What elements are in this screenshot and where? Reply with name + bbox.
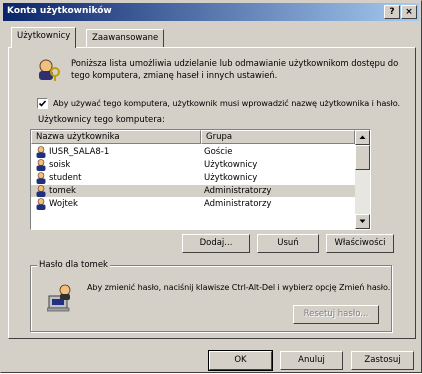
scroll-down-button[interactable] — [355, 214, 370, 229]
computer-user-icon — [47, 284, 71, 312]
arrow-up-icon — [359, 135, 366, 139]
intro-line-1: Poniższa lista umożliwia udzielanie lub … — [71, 58, 399, 68]
list-item-selected[interactable]: tomek Administratorzy — [31, 185, 355, 197]
user-list[interactable]: Nazwa użytkownika Grupa IUSR_SALA8-1 Goś… — [30, 129, 371, 230]
vertical-scrollbar[interactable] — [355, 130, 370, 229]
list-item[interactable]: Wojtek Administratorzy — [31, 198, 355, 210]
password-group-title: Hasło dla tomek — [37, 260, 110, 270]
user-name: IUSR_SALA8-1 — [49, 147, 110, 157]
properties-button[interactable]: Właściwości — [326, 234, 394, 253]
user-group: Użytkownicy — [204, 160, 258, 170]
remove-user-button[interactable]: Usuń — [257, 234, 319, 253]
password-help-text: Aby zmienić hasło, naciśnij klawisze Ctr… — [87, 282, 391, 292]
user-accounts-dialog: Konta użytkowników ? × Użytkownicy Zaawa… — [0, 0, 422, 373]
list-item[interactable]: student Użytkownicy — [31, 172, 355, 184]
list-item[interactable]: soisk Użytkownicy — [31, 159, 355, 171]
user-icon — [36, 198, 46, 210]
scroll-thumb[interactable] — [355, 145, 370, 170]
require-login-checkbox[interactable] — [37, 98, 48, 109]
user-name: soisk — [49, 160, 71, 170]
user-icon — [36, 159, 46, 171]
checkmark-icon — [38, 100, 47, 107]
column-header-name[interactable]: Nazwa użytkownika — [31, 130, 201, 144]
cancel-button[interactable]: Anuluj — [280, 351, 343, 370]
user-name: tomek — [49, 186, 76, 196]
user-name: student — [49, 173, 82, 183]
users-keys-icon — [39, 59, 60, 81]
arrow-down-icon — [359, 219, 366, 223]
user-group: Administratorzy — [204, 186, 272, 196]
user-group: Goście — [204, 147, 233, 157]
add-user-button[interactable]: Dodaj... — [182, 234, 250, 253]
user-icon — [36, 172, 46, 184]
intro-line-2: tego komputera, zmianę haseł i innych us… — [71, 70, 278, 80]
ok-button[interactable]: OK — [208, 350, 273, 371]
users-list-label: Użytkownicy tego komputera: — [38, 115, 165, 125]
user-group: Administratorzy — [204, 199, 272, 209]
user-icon — [36, 146, 46, 158]
list-item[interactable]: IUSR_SALA8-1 Goście — [31, 146, 355, 158]
apply-button[interactable]: Zastosuj — [351, 351, 414, 370]
reset-password-button[interactable]: Resetuj hasło... — [293, 305, 379, 324]
scroll-up-button[interactable] — [355, 130, 370, 145]
user-group: Użytkownicy — [204, 173, 258, 183]
user-name: Wojtek — [49, 199, 78, 209]
column-header-group[interactable]: Grupa — [201, 130, 355, 144]
require-login-label[interactable]: Aby używać tego komputera, użytkownik mu… — [53, 98, 400, 108]
user-icon — [36, 185, 46, 197]
